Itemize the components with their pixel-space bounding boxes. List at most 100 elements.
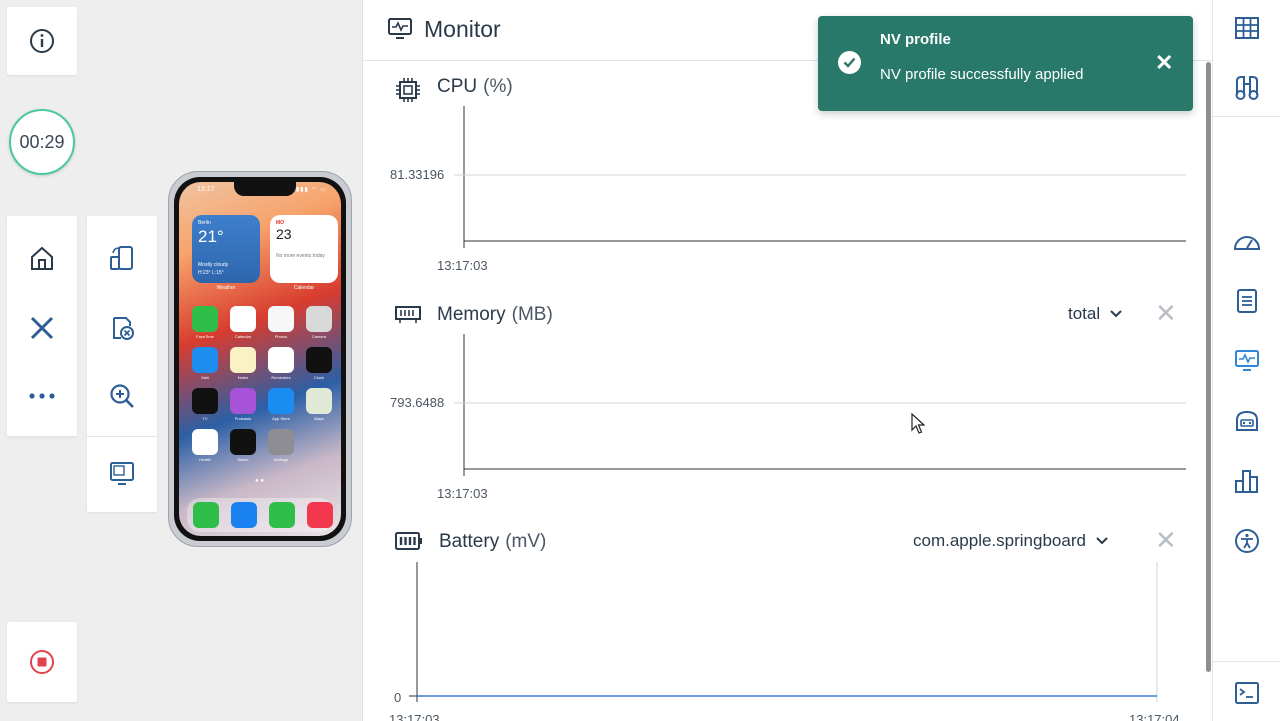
app-icon-reminders[interactable] [268, 347, 294, 373]
app-icon-app-store[interactable] [268, 388, 294, 414]
grid-icon [1235, 17, 1259, 39]
terminal-button[interactable] [1213, 665, 1280, 721]
app-icon-podcasts[interactable] [230, 388, 256, 414]
app-icon-calendar[interactable] [230, 306, 256, 332]
screen-button[interactable] [87, 438, 157, 508]
device-screen[interactable]: 13:17 ▮▮▮ ◠ ▭ Berlin 21° Mostly cloudy H… [168, 171, 352, 547]
app-icon-notes[interactable] [230, 347, 256, 373]
zoom-in-icon [110, 384, 134, 408]
weather-desc: Mostly cloudy [198, 262, 229, 268]
memory-dropdown[interactable]: total [1068, 304, 1122, 324]
home-button[interactable] [7, 224, 77, 292]
zoom-in-button[interactable] [87, 362, 157, 430]
stop-record-icon [30, 650, 54, 674]
weather-widget[interactable]: Berlin 21° Mostly cloudy H:23° L:15° [192, 215, 260, 283]
monitor-scrollbar[interactable] [1206, 62, 1211, 672]
dock-icon-music[interactable] [307, 502, 333, 528]
grid-button[interactable] [1213, 0, 1280, 56]
battery-x-tick-end: 13:17:04 [1129, 712, 1180, 721]
monitor-icon [1235, 350, 1259, 371]
performance-button[interactable] [1213, 213, 1280, 269]
weather-label: Weather [216, 285, 236, 291]
toast-title: NV profile [880, 31, 951, 48]
dock-icon-phone[interactable] [193, 502, 219, 528]
memory-remove-button[interactable]: ✕ [1155, 298, 1177, 329]
app-icon-clock[interactable] [306, 347, 332, 373]
info-icon [30, 29, 54, 53]
app-label: Settings [273, 457, 289, 462]
battery-remove-button[interactable]: ✕ [1155, 525, 1177, 556]
speedometer-icon [1233, 236, 1261, 250]
app-icon-mail[interactable] [192, 347, 218, 373]
charts-button[interactable] [1213, 453, 1280, 509]
close-app-button[interactable] [7, 294, 77, 362]
toast-message: NV profile successfully applied [880, 66, 1084, 83]
app-label: Photos [274, 334, 288, 339]
automation-button[interactable] [1213, 393, 1280, 449]
calendar-widget[interactable]: MO 23 No more events today [270, 215, 338, 283]
info-button[interactable] [7, 7, 77, 75]
weather-temp: 21° [198, 227, 224, 246]
clear-app-button[interactable] [87, 294, 157, 362]
home-screen[interactable]: 13:17 ▮▮▮ ◠ ▭ Berlin 21° Mostly cloudy H… [179, 182, 341, 536]
calendar-note: No more events today [276, 253, 325, 259]
accessibility-icon [1235, 529, 1259, 553]
cpu-y-tick: 81.33196 [390, 167, 445, 182]
memory-chart [454, 334, 1186, 476]
app-icon-maps[interactable] [306, 388, 332, 414]
app-icon-wallet[interactable] [230, 429, 256, 455]
inspect-button[interactable] [1213, 60, 1280, 116]
monitor-button[interactable] [1213, 333, 1280, 389]
app-label: Mail [201, 375, 209, 380]
battery-dropdown[interactable]: com.apple.springboard [913, 531, 1108, 551]
cpu-unit: (%) [483, 76, 513, 97]
logs-button[interactable] [1213, 273, 1280, 329]
app-label: Notes [237, 375, 249, 380]
cpu-x-tick: 13:17:03 [437, 258, 488, 273]
robot-icon [1236, 410, 1258, 431]
app-label: Podcasts [234, 416, 252, 421]
memory-icon [395, 306, 421, 323]
app-icon-camera[interactable] [306, 306, 332, 332]
stop-record-button[interactable] [7, 622, 77, 702]
cpu-section-title: CPU (%) [437, 76, 513, 98]
accessibility-button[interactable] [1213, 513, 1280, 569]
divider [87, 436, 157, 437]
more-icon [29, 393, 55, 399]
battery-section-title: Battery (mV) [439, 531, 546, 553]
app-label: Calendar [234, 334, 252, 339]
toolbar-divider [1213, 116, 1280, 117]
app-icon-health[interactable] [192, 429, 218, 455]
home-icon [31, 246, 53, 270]
calendar-label: Calendar [293, 285, 315, 291]
dock-icon-safari[interactable] [231, 502, 257, 528]
chevron-down-icon [1110, 310, 1122, 318]
document-icon [1237, 289, 1257, 313]
right-toolbar [1212, 0, 1280, 721]
battery-chart [409, 562, 1158, 702]
binoculars-icon [1235, 76, 1259, 100]
app-icon-tv[interactable] [192, 388, 218, 414]
battery-title: Battery [439, 531, 500, 552]
battery-y-tick: 0 [394, 690, 402, 705]
chevron-down-icon [1096, 537, 1108, 545]
battery-dropdown-value: com.apple.springboard [913, 531, 1086, 550]
battery-unit: (mV) [505, 531, 547, 552]
record-card [7, 622, 77, 702]
dock-icon-messages[interactable] [269, 502, 295, 528]
status-time: 13:17 [197, 186, 215, 193]
app-icon-photos[interactable] [268, 306, 294, 332]
toast-check-icon [838, 51, 861, 74]
toast-notification: NV profile NV profile successfully appli… [818, 16, 1193, 111]
app-label: Wallet [237, 457, 249, 462]
more-button[interactable] [7, 362, 77, 430]
app-icon-facetime[interactable] [192, 306, 218, 332]
screen-icon [110, 462, 134, 485]
app-icon-settings[interactable] [268, 429, 294, 455]
app-label: TV [202, 416, 208, 421]
monitor-title: Monitor [424, 16, 501, 42]
toast-close-button[interactable]: ✕ [1155, 50, 1173, 76]
rotate-device-button[interactable] [87, 224, 157, 292]
app-label: Camera [311, 334, 327, 339]
weather-city: Berlin [198, 220, 211, 226]
